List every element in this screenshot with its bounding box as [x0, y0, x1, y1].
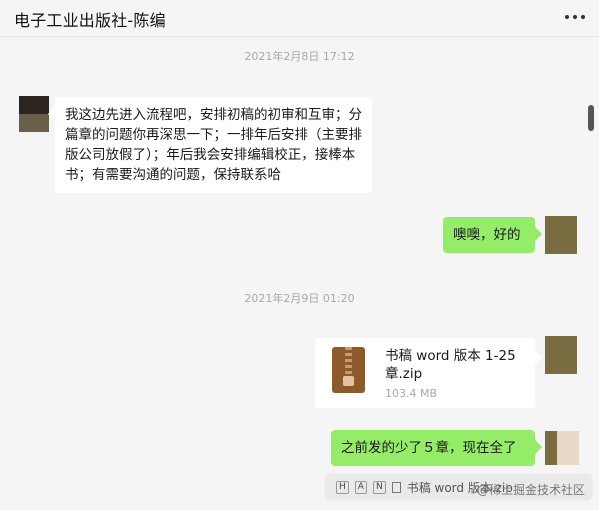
- file-size: 103.4 MB: [385, 387, 438, 400]
- key-hint: A: [354, 480, 367, 494]
- more-icon: [565, 15, 569, 19]
- key-hint: H: [336, 480, 349, 494]
- chat-header: 电子工业出版社-陈编: [0, 0, 599, 37]
- timestamp: 2021年2月9日 01:20: [244, 292, 355, 305]
- message-bubble-outgoing[interactable]: 噢噢，好的: [443, 217, 535, 253]
- file-name: 书稿 word 版本 1-25章.zip: [385, 348, 516, 382]
- scrollbar[interactable]: [588, 105, 594, 131]
- my-avatar[interactable]: [545, 431, 579, 465]
- key-hint: N: [372, 480, 386, 494]
- my-avatar[interactable]: [545, 216, 577, 254]
- message-bubble-incoming[interactable]: 我这边先进入流程吧，安排初稿的初审和互审；分篇章的问题你再深思一下；一排年后安排…: [55, 97, 372, 193]
- more-options-button[interactable]: [565, 8, 585, 26]
- document-icon: [391, 481, 401, 493]
- chat-title: 电子工业出版社-陈编: [14, 11, 166, 30]
- watermark: @稀土掘金技术社区: [476, 483, 585, 497]
- message-bubble-outgoing[interactable]: 之前发的少了５章，现在全了: [331, 430, 535, 466]
- contact-avatar[interactable]: [19, 96, 49, 132]
- timestamp: 2021年2月8日 17:12: [244, 50, 355, 63]
- my-avatar[interactable]: [545, 336, 577, 374]
- file-message-card[interactable]: 书稿 word 版本 1-25章.zip 103.4 MB: [315, 338, 535, 408]
- zip-file-icon: [332, 347, 365, 393]
